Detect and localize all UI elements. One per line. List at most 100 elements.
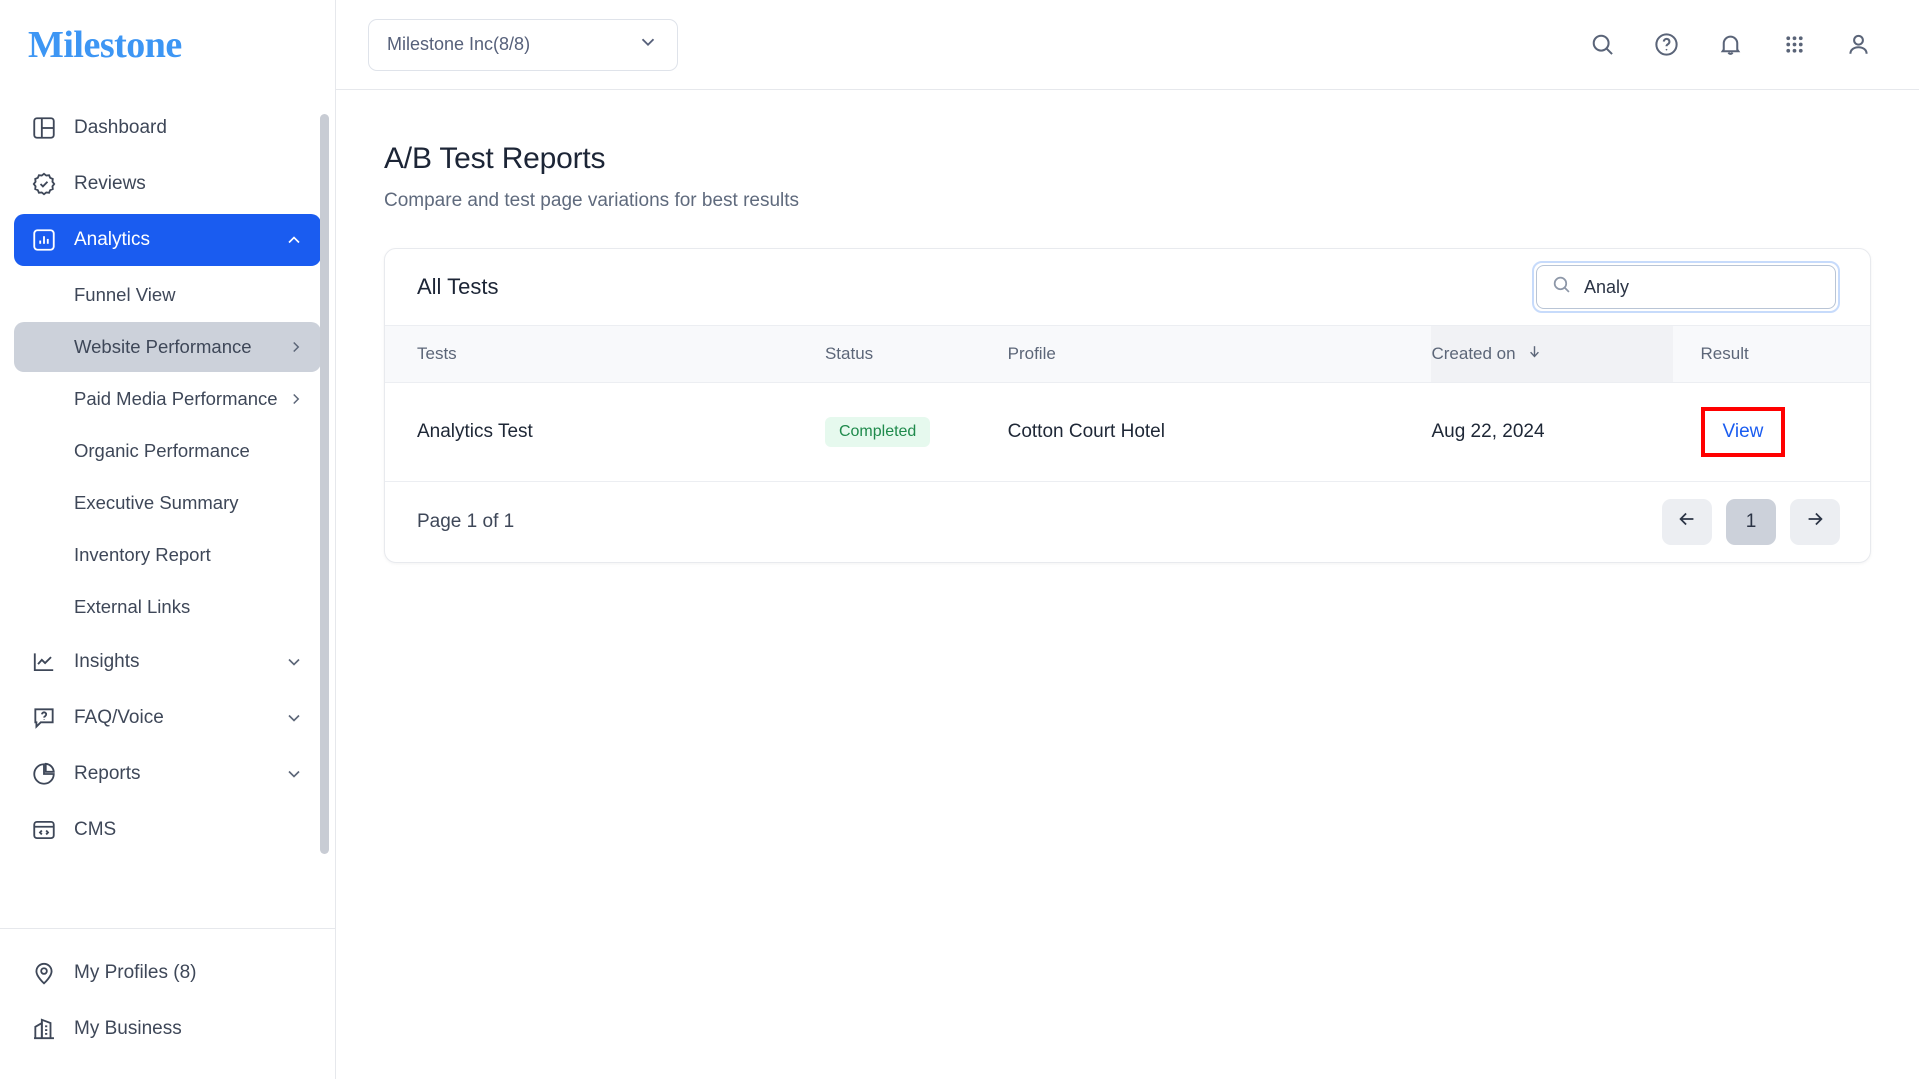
column-header-status[interactable]: Status xyxy=(824,325,1008,383)
topbar: Milestone Inc(8/8) xyxy=(336,0,1919,90)
verified-badge-icon xyxy=(30,170,58,198)
search-focus-ring xyxy=(1532,261,1840,313)
arrow-left-icon xyxy=(1676,508,1698,536)
view-highlight-annotation: View xyxy=(1700,407,1786,457)
brand-logo[interactable]: Milestone xyxy=(0,0,335,90)
line-chart-icon xyxy=(30,648,58,676)
pagination-controls: 1 xyxy=(1662,499,1840,545)
card-header: All Tests xyxy=(385,249,1870,325)
sidebar-item-label: Reviews xyxy=(74,173,146,194)
pagination-page-1-button[interactable]: 1 xyxy=(1726,499,1776,545)
cell-profile: Cotton Court Hotel xyxy=(1007,382,1432,482)
page-title: A/B Test Reports xyxy=(384,142,606,175)
column-label: Created on xyxy=(1431,344,1516,363)
table-header-row: Tests Status Profile Created on Result xyxy=(385,325,1870,383)
sidebar-subitem-label: Inventory Report xyxy=(74,544,211,565)
sidebar-subitem-executive-summary[interactable]: Executive Summary xyxy=(14,478,321,528)
sidebar-subitem-label: Organic Performance xyxy=(74,440,250,461)
dashboard-icon xyxy=(30,114,58,142)
sidebar-item-label: CMS xyxy=(74,819,117,840)
card-footer: Page 1 of 1 1 xyxy=(385,482,1870,562)
sidebar-item-my-profiles[interactable]: My Profiles (8) xyxy=(14,947,321,999)
chevron-up-icon[interactable] xyxy=(283,229,305,251)
org-selector-value: Milestone Inc(8/8) xyxy=(387,34,531,54)
column-header-created-on[interactable]: Created on xyxy=(1431,325,1673,383)
sidebar-item-my-business[interactable]: My Business xyxy=(14,1003,321,1055)
sidebar-scrollbar-thumb[interactable] xyxy=(320,114,329,854)
sidebar-scrollbar[interactable] xyxy=(320,114,329,854)
sidebar-item-reports[interactable]: Reports xyxy=(14,748,321,800)
chevron-down-icon[interactable] xyxy=(283,651,305,673)
sidebar: Milestone Dashboard Reviews Analytics Fu… xyxy=(0,0,336,1079)
sidebar-item-insights[interactable]: Insights xyxy=(14,636,321,688)
sidebar-subitem-label: Funnel View xyxy=(74,284,176,305)
sidebar-subitem-funnel-view[interactable]: Funnel View xyxy=(14,270,321,320)
main-area: Milestone Inc(8/8) A/B Test Reports Comp… xyxy=(336,0,1919,1079)
card-title: All Tests xyxy=(417,274,499,299)
bar-chart-icon xyxy=(30,226,58,254)
search-icon[interactable] xyxy=(1587,30,1617,60)
column-label: Status xyxy=(824,344,874,363)
column-header-profile[interactable]: Profile xyxy=(1007,325,1432,383)
chevron-right-icon xyxy=(285,338,305,356)
column-label: Result xyxy=(1700,344,1749,363)
sidebar-item-faq-voice[interactable]: FAQ/Voice xyxy=(14,692,321,744)
brand-logo-text: Milestone xyxy=(28,24,182,66)
sidebar-item-analytics[interactable]: Analytics xyxy=(14,214,321,266)
app-root: Milestone Dashboard Reviews Analytics Fu… xyxy=(0,0,1919,1079)
column-header-result[interactable]: Result xyxy=(1672,325,1870,383)
chevron-down-icon[interactable] xyxy=(283,763,305,785)
help-circle-icon[interactable] xyxy=(1651,30,1681,60)
tests-table: Tests Status Profile Created on Result A… xyxy=(385,325,1870,482)
chevron-down-icon[interactable] xyxy=(283,707,305,729)
search-input[interactable] xyxy=(1584,276,1821,298)
topbar-icon-group xyxy=(1587,30,1883,60)
table-row[interactable]: Analytics Test Completed Cotton Court Ho… xyxy=(385,382,1870,482)
all-tests-card: All Tests Analy Tests Status Profile Cre… xyxy=(384,248,1871,563)
chevron-right-icon xyxy=(285,390,305,408)
sidebar-subitem-inventory-report[interactable]: Inventory Report xyxy=(14,530,321,580)
sidebar-nav: Dashboard Reviews Analytics Funnel View … xyxy=(0,90,335,928)
sidebar-subitem-label: External Links xyxy=(74,596,191,617)
sidebar-subitem-label: Website Performance xyxy=(74,336,252,357)
pagination-info: Page 1 of 1 xyxy=(417,511,515,532)
bell-icon[interactable] xyxy=(1715,30,1745,60)
pagination-next-button[interactable] xyxy=(1790,499,1840,545)
sidebar-item-dashboard[interactable]: Dashboard xyxy=(14,102,321,154)
search-icon xyxy=(1551,274,1572,300)
pagination-prev-button[interactable] xyxy=(1662,499,1712,545)
user-account-icon[interactable] xyxy=(1843,30,1873,60)
page-content: A/B Test Reports Compare and test page v… xyxy=(336,90,1919,1079)
search-box[interactable] xyxy=(1536,265,1836,309)
sidebar-item-label: FAQ/Voice xyxy=(74,707,164,728)
sidebar-subitem-label: Executive Summary xyxy=(74,492,239,513)
org-selector[interactable]: Milestone Inc(8/8) xyxy=(368,18,678,71)
pie-chart-icon xyxy=(30,760,58,788)
table-body: Analytics Test Completed Cotton Court Ho… xyxy=(385,382,1870,482)
column-header-tests[interactable]: Tests xyxy=(385,325,825,383)
apps-grid-icon[interactable] xyxy=(1779,30,1809,60)
status-badge: Completed xyxy=(824,417,931,447)
cell-created-on: Aug 22, 2024 xyxy=(1431,382,1673,482)
sidebar-subitem-website-performance[interactable]: Website Performance xyxy=(14,322,321,372)
sidebar-item-cms[interactable]: CMS xyxy=(14,804,321,856)
sidebar-subitem-label: Paid Media Performance xyxy=(74,388,278,409)
cell-result: View xyxy=(1672,382,1870,482)
sidebar-subitem-organic-performance[interactable]: Organic Performance xyxy=(14,426,321,476)
column-label: Profile xyxy=(1007,344,1056,363)
code-window-icon xyxy=(30,816,58,844)
view-link[interactable]: View xyxy=(1723,421,1764,442)
sidebar-item-reviews[interactable]: Reviews xyxy=(14,158,321,210)
arrow-down-icon xyxy=(1526,343,1543,365)
chevron-down-icon xyxy=(637,31,659,58)
sidebar-subitem-paid-media-performance[interactable]: Paid Media Performance xyxy=(14,374,321,424)
sidebar-item-label: My Business xyxy=(74,1018,182,1039)
building-icon xyxy=(30,1015,58,1043)
table-head: Tests Status Profile Created on Result xyxy=(385,325,1870,383)
sidebar-item-label: Dashboard xyxy=(74,117,167,138)
sidebar-subitem-external-links[interactable]: External Links xyxy=(14,582,321,632)
sidebar-item-label: Analytics xyxy=(74,229,151,250)
sidebar-item-label: Insights xyxy=(74,651,140,672)
cell-test-name: Analytics Test xyxy=(385,382,825,482)
column-label: Tests xyxy=(417,344,457,363)
